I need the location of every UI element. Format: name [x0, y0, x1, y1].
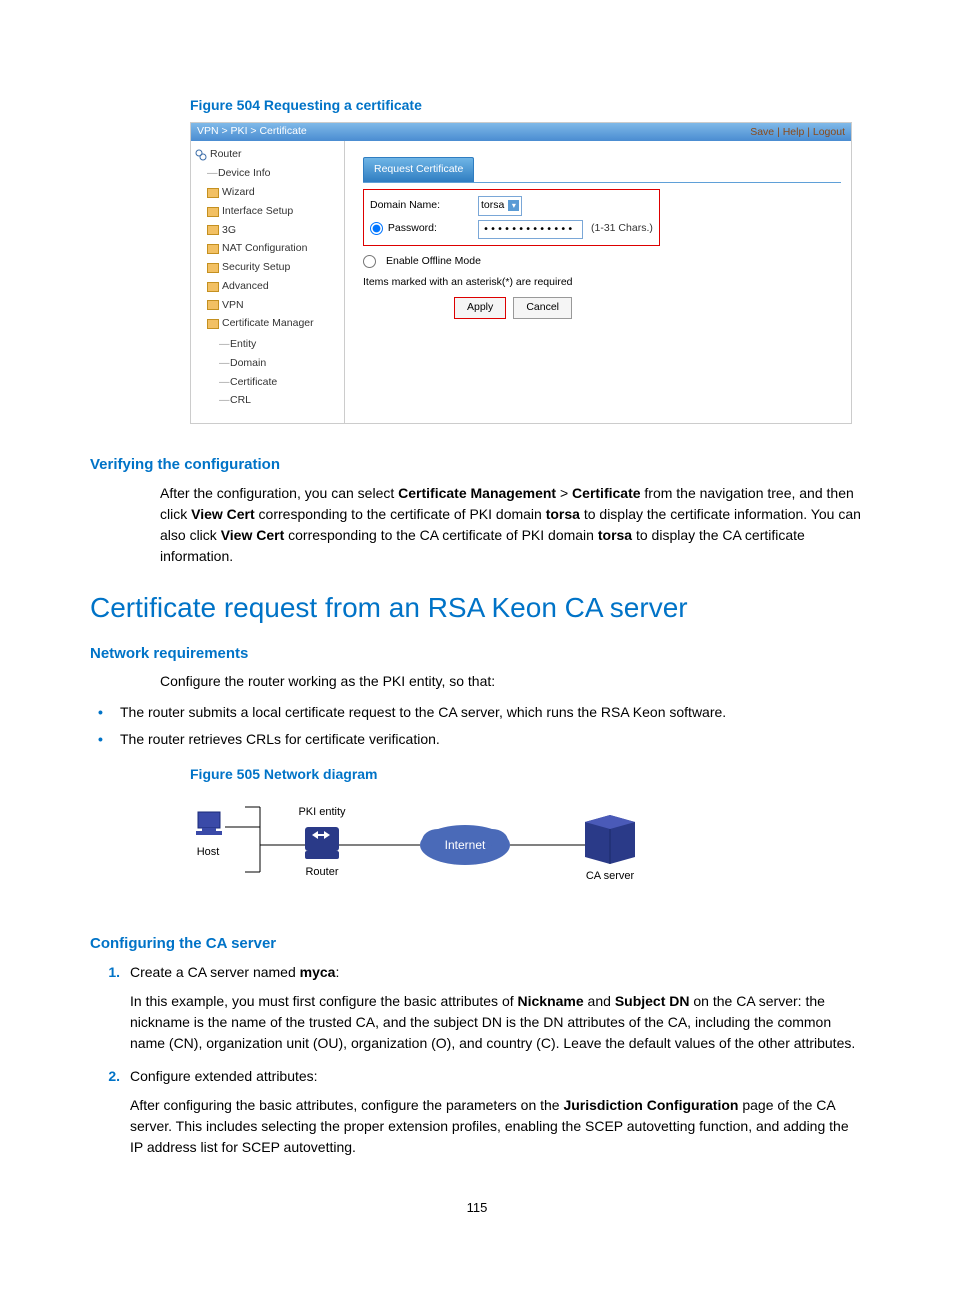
network-req-heading: Network requirements — [90, 643, 864, 666]
tree-item-wizard[interactable]: Wizard — [207, 184, 340, 203]
page-number: 115 — [90, 1198, 864, 1218]
tree-root-label: Router — [210, 147, 242, 163]
tree-item-entity[interactable]: —Entity — [219, 336, 340, 355]
network-diagram: Host PKI entity Router — [190, 797, 690, 897]
password-input[interactable]: ••••••••••••• — [478, 220, 583, 239]
offline-mode-label: Enable Offline Mode — [386, 254, 481, 270]
required-note: Items marked with an asterisk(*) are req… — [363, 275, 841, 291]
highlighted-form: Domain Name: torsa ▾ Password: •••• — [363, 189, 660, 246]
header-links[interactable]: Save | Help | Logout — [750, 125, 845, 141]
pki-entity-label: PKI entity — [298, 806, 346, 818]
verifying-paragraph: After the configuration, you can select … — [160, 483, 864, 567]
network-intro: Configure the router working as the PKI … — [160, 671, 864, 692]
step-2: Configure extended attributes: After con… — [90, 1066, 864, 1158]
offline-mode-radio[interactable] — [363, 255, 376, 268]
folder-icon — [207, 225, 219, 235]
verifying-heading: Verifying the configuration — [90, 454, 864, 477]
breadcrumb: VPN > PKI > Certificate — [197, 124, 307, 140]
tree-item-certificate[interactable]: —Certificate — [219, 373, 340, 392]
router-icon — [195, 149, 207, 161]
apply-button[interactable]: Apply — [454, 297, 506, 319]
tree-item-domain[interactable]: —Domain — [219, 354, 340, 373]
router-icon — [305, 827, 339, 859]
config-ca-heading: Configuring the CA server — [90, 933, 864, 956]
folder-icon — [207, 263, 219, 273]
ca-server-icon — [585, 815, 635, 864]
folder-icon — [207, 244, 219, 254]
tree-item-crl[interactable]: —CRL — [219, 392, 340, 411]
folder-icon — [207, 300, 219, 310]
list-item: The router submits a local certificate r… — [120, 702, 864, 723]
form-panel: Request Certificate Domain Name: torsa ▾ — [345, 141, 851, 423]
folder-icon — [207, 282, 219, 292]
router-label: Router — [305, 866, 338, 878]
screenshot-figure-504: VPN > PKI > Certificate Save | Help | Lo… — [190, 122, 852, 424]
tree-item-cert-manager[interactable]: Certificate Manager — [207, 315, 340, 334]
password-label: Password: — [370, 221, 470, 237]
password-radio[interactable] — [370, 222, 383, 235]
tree-item-advanced[interactable]: Advanced — [207, 277, 340, 296]
figure-caption: Figure 504 Requesting a certificate — [190, 95, 864, 116]
tree-item-vpn[interactable]: VPN — [207, 296, 340, 315]
tree-item-interface-setup[interactable]: Interface Setup — [207, 202, 340, 221]
folder-icon — [207, 319, 219, 329]
cancel-button[interactable]: Cancel — [513, 297, 572, 319]
chevron-down-icon: ▾ — [508, 200, 519, 211]
figure-caption: Figure 505 Network diagram — [190, 764, 864, 785]
host-icon — [196, 812, 222, 835]
internet-label: Internet — [445, 838, 486, 852]
domain-name-label: Domain Name: — [370, 198, 470, 214]
nav-tree: Router —Device Info Wizard Interface Set… — [191, 141, 345, 423]
tab-request-certificate[interactable]: Request Certificate — [363, 157, 474, 182]
tree-item-device-info[interactable]: —Device Info — [207, 165, 340, 184]
tree-root[interactable]: Router — [195, 147, 340, 163]
config-steps: Create a CA server named myca: In this e… — [90, 962, 864, 1158]
step-1: Create a CA server named myca: In this e… — [90, 962, 864, 1054]
host-label: Host — [197, 846, 220, 858]
step-2-detail: After configuring the basic attributes, … — [130, 1095, 864, 1158]
tree-item-3g[interactable]: 3G — [207, 221, 340, 240]
main-heading: Certificate request from an RSA Keon CA … — [90, 587, 864, 629]
tree-item-security[interactable]: Security Setup — [207, 259, 340, 278]
domain-name-select[interactable]: torsa ▾ — [478, 196, 522, 216]
ca-server-label: CA server — [586, 870, 635, 882]
step-1-detail: In this example, you must first configur… — [130, 991, 864, 1054]
network-bullets: The router submits a local certificate r… — [90, 702, 864, 750]
list-item: The router retrieves CRLs for certificat… — [120, 729, 864, 750]
tree-item-nat[interactable]: NAT Configuration — [207, 240, 340, 259]
folder-icon — [207, 207, 219, 217]
password-hint: (1-31 Chars.) — [591, 221, 653, 237]
folder-icon — [207, 188, 219, 198]
